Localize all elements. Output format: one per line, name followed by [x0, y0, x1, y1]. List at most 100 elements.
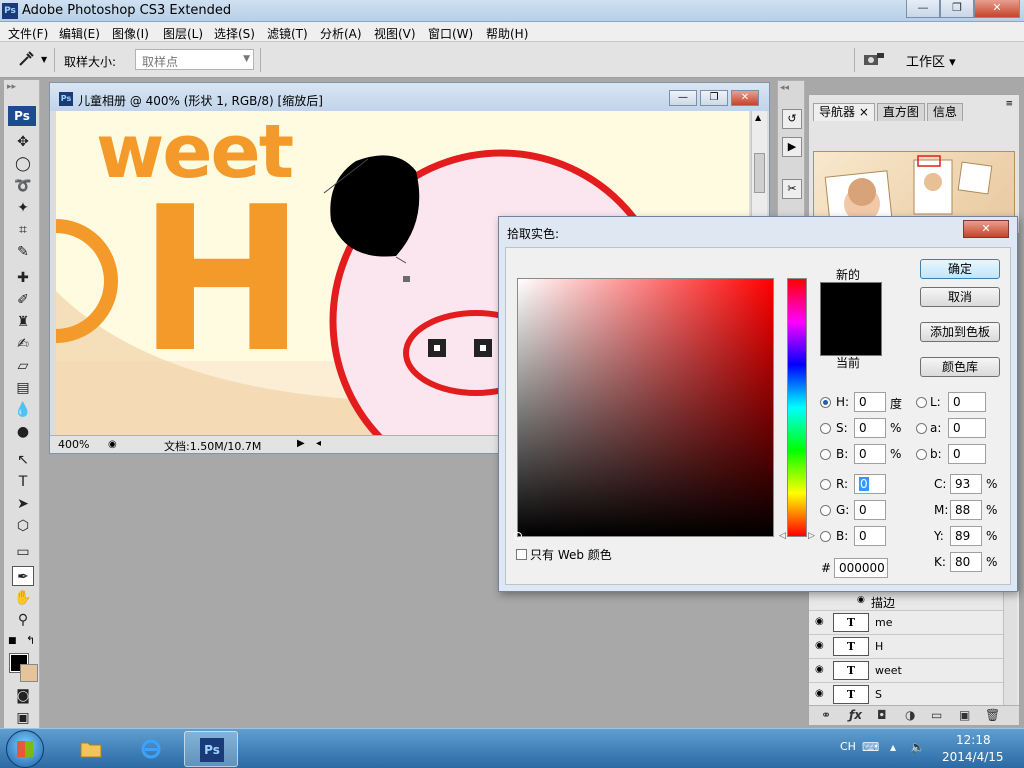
green-radio[interactable] — [820, 505, 831, 516]
hex-input[interactable]: 000000 — [834, 558, 888, 578]
layer-row[interactable]: ◉ T me — [809, 611, 1005, 635]
magic-wand-tool-icon[interactable]: ✦ — [12, 198, 34, 218]
minimize-button[interactable]: — — [906, 0, 940, 18]
quick-mask-icon[interactable]: ◙ — [12, 686, 34, 706]
layer-row[interactable]: ◉ T weet — [809, 659, 1005, 683]
document-maximize-button[interactable]: ❐ — [700, 90, 728, 106]
clock-time[interactable]: 12:18 — [956, 733, 991, 747]
lasso-tool-icon[interactable]: ➰ — [12, 176, 34, 196]
tab-navigator[interactable]: 导航器 × — [813, 103, 875, 121]
clock-date[interactable]: 2014/4/15 — [942, 750, 1004, 764]
shape-tool-icon[interactable]: ⬡ — [12, 516, 34, 536]
dialog-close-button[interactable]: ✕ — [963, 220, 1009, 238]
direct-select-tool-icon[interactable]: ➤ — [12, 494, 34, 514]
background-color-swatch[interactable] — [20, 664, 38, 682]
hue-slider[interactable] — [787, 278, 807, 537]
eye-icon[interactable]: ◉ — [815, 664, 824, 675]
black-input[interactable]: 80 — [950, 552, 982, 572]
clone-stamp-tool-icon[interactable]: ♜ — [12, 312, 34, 332]
taskbar-explorer[interactable] — [64, 731, 118, 767]
brightness-input[interactable]: 0 — [854, 444, 886, 464]
menu-image[interactable]: 图像(I) — [112, 25, 149, 42]
tab-info[interactable]: 信息 — [926, 103, 963, 121]
workspace-menu[interactable]: 工作区 ▾ — [906, 51, 956, 70]
menu-view[interactable]: 视图(V) — [374, 25, 416, 42]
ok-button[interactable]: 确定 — [920, 259, 1000, 279]
screen-mode-icon[interactable]: ▣ — [12, 708, 34, 728]
expand-panels-icon[interactable]: ◂◂ — [780, 83, 789, 93]
hue-slider-left-arrow-icon[interactable]: ◁ — [779, 531, 786, 541]
eyedropper-tool-icon[interactable] — [16, 50, 36, 70]
restore-button[interactable]: ❐ — [940, 0, 974, 18]
red-input[interactable]: 0 — [854, 474, 886, 494]
layer-style-icon[interactable]: ƒx — [849, 708, 862, 722]
marquee-tool-icon[interactable]: ◯ — [12, 154, 34, 174]
volume-icon[interactable]: 🔈 — [910, 740, 925, 754]
menu-analysis[interactable]: 分析(A) — [320, 25, 362, 42]
taskbar-photoshop[interactable]: Ps — [184, 731, 238, 767]
cyan-input[interactable]: 93 — [950, 474, 982, 494]
panel-menu-icon[interactable]: ≡ — [1005, 99, 1013, 109]
hue-input[interactable]: 0 — [854, 392, 886, 412]
delete-layer-icon[interactable]: 🗑 — [985, 708, 1000, 722]
magenta-input[interactable]: 88 — [950, 500, 982, 520]
brush-tool-icon[interactable]: ✐ — [12, 290, 34, 310]
scroll-left-icon[interactable]: ◂ — [316, 438, 321, 449]
status-menu-icon[interactable]: ◉ — [108, 439, 117, 450]
yellow-input[interactable]: 89 — [950, 526, 982, 546]
color-libraries-button[interactable]: 颜色库 — [920, 357, 1000, 377]
lab-a-input[interactable]: 0 — [948, 418, 986, 438]
menu-edit[interactable]: 编辑(E) — [59, 25, 100, 42]
slice-tool-icon[interactable]: ✎ — [12, 242, 34, 262]
eye-icon[interactable]: ◉ — [815, 640, 824, 651]
status-expand-icon[interactable]: ▶ — [297, 438, 305, 449]
tab-histogram[interactable]: 直方图 — [876, 103, 925, 121]
start-button[interactable] — [6, 730, 44, 768]
lab-l-radio[interactable] — [916, 397, 927, 408]
path-select-tool-icon[interactable]: ↖ — [12, 450, 34, 470]
saturation-brightness-field[interactable] — [514, 278, 774, 540]
color-field-cursor[interactable] — [514, 532, 522, 540]
eye-icon[interactable]: ◉ — [815, 616, 824, 627]
brightness-radio[interactable] — [820, 449, 831, 460]
blue-radio[interactable] — [820, 531, 831, 542]
history-panel-icon[interactable]: ↺ — [782, 109, 802, 129]
sample-size-select[interactable]: 取样点 ▼ — [135, 49, 254, 70]
type-tool-icon[interactable]: T — [12, 472, 34, 492]
menu-help[interactable]: 帮助(H) — [486, 25, 528, 42]
layers-scrollbar[interactable] — [1003, 591, 1017, 705]
new-layer-icon[interactable]: ▣ — [959, 708, 970, 722]
green-input[interactable]: 0 — [854, 500, 886, 520]
input-language[interactable]: CH — [840, 740, 856, 753]
red-radio[interactable] — [820, 479, 831, 490]
healing-tool-icon[interactable]: ✚ — [12, 268, 34, 288]
lab-a-radio[interactable] — [916, 423, 927, 434]
saturation-input[interactable]: 0 — [854, 418, 886, 438]
cancel-button[interactable]: 取消 — [920, 287, 1000, 307]
saturation-radio[interactable] — [820, 423, 831, 434]
lab-b-input[interactable]: 0 — [948, 444, 986, 464]
blue-input[interactable]: 0 — [854, 526, 886, 546]
tool-preset-chevron-icon[interactable]: ▼ — [41, 55, 47, 64]
document-minimize-button[interactable]: — — [669, 90, 697, 106]
checkbox-box[interactable] — [516, 549, 527, 560]
layer-row[interactable]: ◉ T S — [809, 683, 1005, 707]
add-to-swatches-button[interactable]: 添加到色板 — [920, 322, 1000, 342]
lab-l-input[interactable]: 0 — [948, 392, 986, 412]
document-titlebar[interactable]: Ps 儿童相册 @ 400% (形状 1, RGB/8) [缩放后] — ❐ ✕ — [50, 83, 769, 111]
swap-colors-icon[interactable]: ↰ — [26, 634, 35, 647]
default-colors-icon[interactable]: ■ — [8, 636, 17, 646]
document-close-button[interactable]: ✕ — [731, 90, 759, 106]
tool-presets-icon[interactable]: ✂ — [782, 179, 802, 199]
menu-layer[interactable]: 图层(L) — [163, 25, 203, 42]
adjustment-layer-icon[interactable]: ◑ — [905, 708, 915, 722]
dodge-tool-icon[interactable]: ● — [12, 422, 34, 442]
menu-filter[interactable]: 滤镜(T) — [267, 25, 308, 42]
zoom-level[interactable]: 400% — [58, 438, 89, 451]
taskbar-ie[interactable] — [124, 731, 178, 767]
gradient-tool-icon[interactable]: ▤ — [12, 378, 34, 398]
layer-effect-stroke[interactable]: 描边 ◉ — [809, 591, 1005, 611]
web-colors-only-checkbox[interactable]: 只有 Web 颜色 — [516, 546, 612, 563]
menu-select[interactable]: 选择(S) — [214, 25, 255, 42]
layer-mask-icon[interactable]: ◘ — [877, 708, 887, 722]
